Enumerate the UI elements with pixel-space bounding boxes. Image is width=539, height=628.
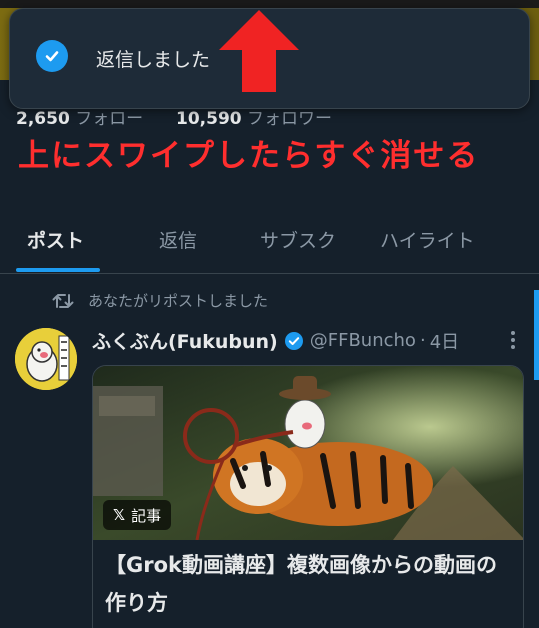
repost-label: あなたがリポストしました <box>88 292 269 310</box>
profile-screen: 2,650 フォロー 10,590 フォロワー 返信しました 上にスワイプしたら… <box>0 0 539 628</box>
swipe-caption: 上にスワイプしたらすぐ消せる <box>18 138 480 174</box>
toast-message: 返信しました <box>96 49 211 71</box>
followers-label[interactable]: フォロワー <box>247 109 332 129</box>
x-logo-icon: 𝕏 <box>113 506 126 524</box>
post-author-row: ふくぶん(Fukubun) @FFBuncho · 4日 <box>92 327 459 354</box>
author-name[interactable]: ふくぶん(Fukubun) <box>92 327 278 354</box>
repost-context: あなたがリポストしました <box>52 290 268 311</box>
following-count[interactable]: 2,650 <box>16 109 70 129</box>
avatar[interactable] <box>15 328 77 390</box>
active-tab-indicator <box>16 268 100 272</box>
up-arrow-icon <box>219 10 299 92</box>
check-circle-icon <box>36 40 68 72</box>
repost-icon <box>52 293 74 308</box>
post-time[interactable]: 4日 <box>430 328 459 354</box>
following-label[interactable]: フォロー <box>75 109 143 129</box>
tab-posts[interactable]: ポスト <box>27 226 84 253</box>
tab-highlights[interactable]: ハイライト <box>380 226 475 253</box>
scroll-indicator[interactable] <box>534 290 539 380</box>
article-badge-label: 記事 <box>131 506 162 525</box>
separator-dot: · <box>419 330 426 351</box>
article-badge: 𝕏 記事 <box>103 500 172 530</box>
author-handle[interactable]: @FFBuncho <box>310 330 416 351</box>
more-options-icon[interactable] <box>504 329 522 351</box>
followers-count[interactable]: 10,590 <box>176 109 242 129</box>
article-card[interactable]: 𝕏 記事 【Grok動画講座】複数画像からの動画の作り方 <box>92 365 524 628</box>
tab-subscriptions[interactable]: サブスク <box>260 226 336 253</box>
verified-badge-icon <box>284 331 303 350</box>
tab-replies[interactable]: 返信 <box>159 226 197 253</box>
profile-tabs: ポスト 返信 サブスク ハイライト <box>0 216 539 274</box>
article-title[interactable]: 【Grok動画講座】複数画像からの動画の作り方 <box>105 546 517 622</box>
